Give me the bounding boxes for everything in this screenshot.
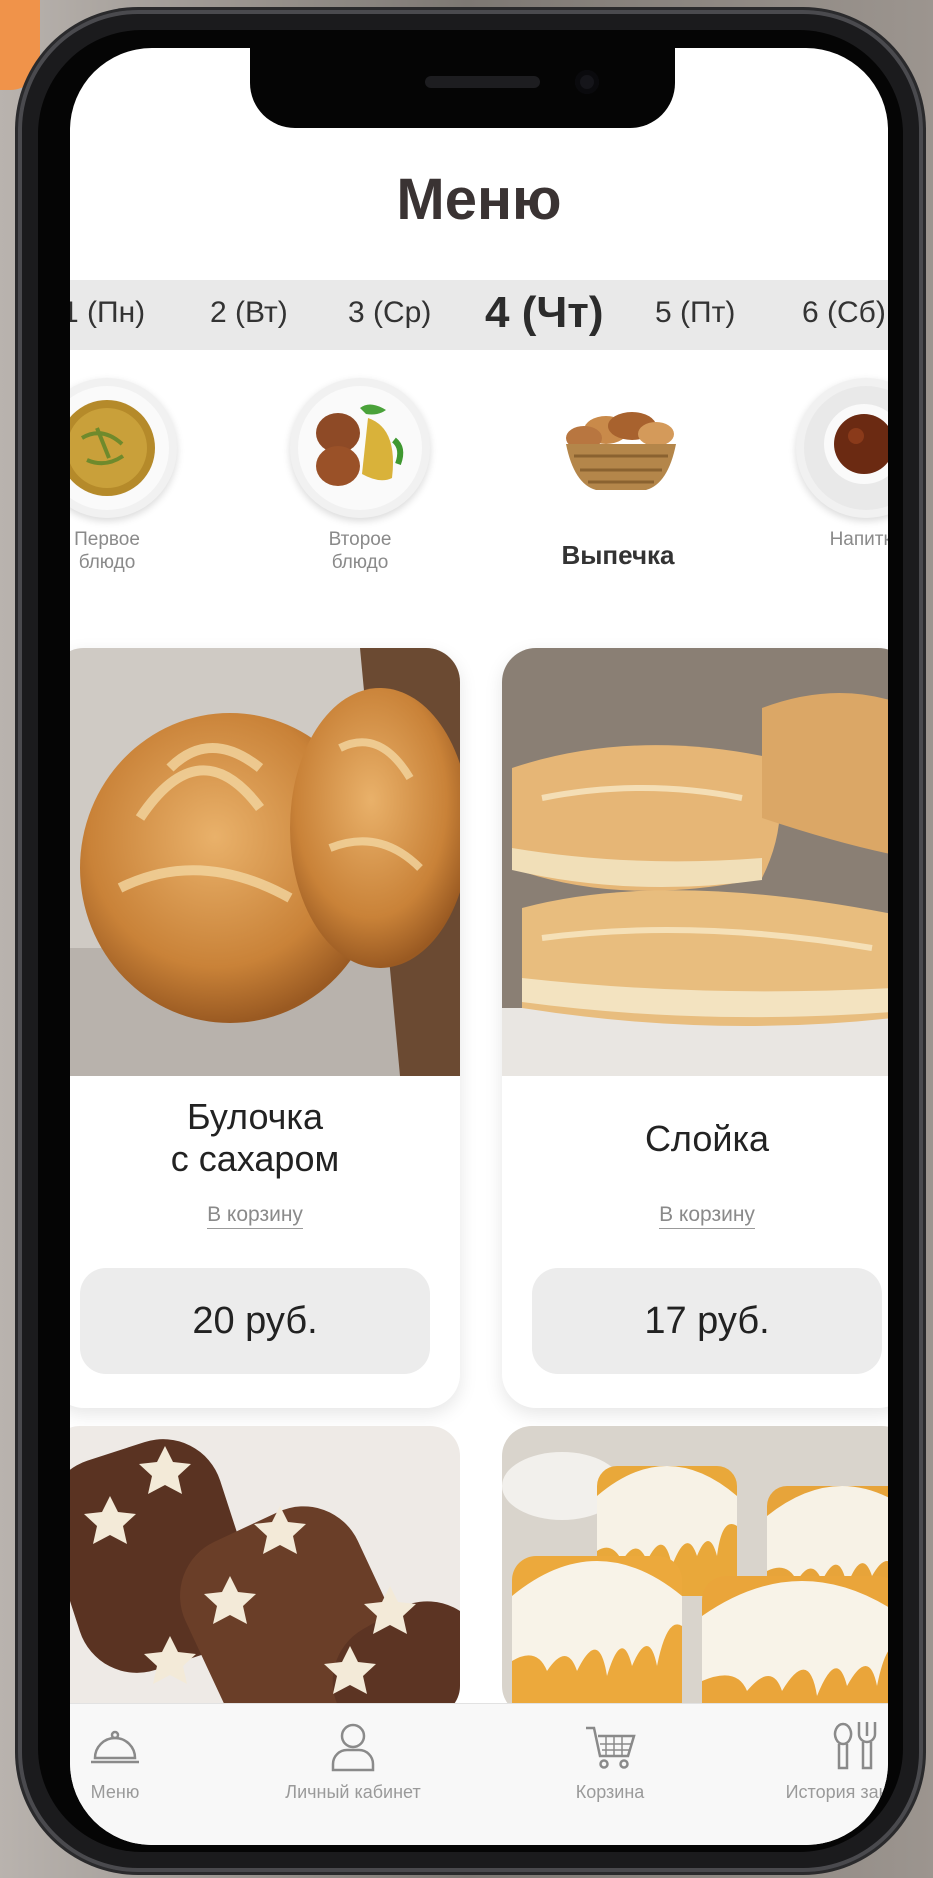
nav-profile[interactable]: Личный кабинет	[238, 1718, 468, 1803]
day-tab-3[interactable]: 3 (Ср)	[348, 296, 431, 330]
app-screen: Меню 1 (Пн) 2 (Вт) 3 (Ср) 4 (Чт) 5 (Пт) …	[70, 48, 888, 1845]
day-tab-6[interactable]: 6 (Сб)	[802, 296, 886, 330]
price-badge: 20 руб.	[80, 1268, 430, 1374]
price-badge: 17 руб.	[532, 1268, 882, 1374]
cutlery-icon	[833, 1722, 877, 1770]
product-card: Булочка с сахаром В корзину 20 руб.	[70, 648, 460, 1408]
day-tab-5[interactable]: 5 (Пт)	[655, 296, 735, 330]
bottom-navigation: Меню Личный кабинет Корзина История зак	[70, 1703, 888, 1845]
product-name: Булочка с сахаром	[170, 1096, 340, 1179]
cart-icon	[586, 1726, 636, 1769]
product-card: Слойка В корзину 17 руб.	[502, 648, 888, 1408]
nav-menu[interactable]: Меню	[70, 1718, 190, 1803]
cloche-icon	[91, 1730, 139, 1764]
product-photo-chocolate-rolls	[70, 1426, 460, 1716]
product-name: Слойка	[644, 1118, 770, 1159]
nav-cart[interactable]: Корзина	[530, 1718, 690, 1803]
add-to-cart-link[interactable]: В корзину	[70, 1203, 460, 1229]
nav-order-history[interactable]: История заказов	[750, 1718, 888, 1803]
category-list: Первое блюдо Второе блюдо Выпечка Напитк	[70, 378, 888, 578]
page-title: Меню	[396, 167, 562, 232]
speaker	[425, 76, 540, 88]
day-tab-2[interactable]: 2 (Вт)	[210, 296, 288, 330]
product-photo-bun	[70, 648, 460, 1076]
day-tab-4-active[interactable]: 4 (Чт)	[485, 288, 603, 338]
category-first-course[interactable]: Первое блюдо	[70, 378, 192, 574]
day-selector[interactable]: 1 (Пн) 2 (Вт) 3 (Ср) 4 (Чт) 5 (Пт) 6 (Сб…	[70, 280, 888, 350]
soup-icon	[70, 378, 177, 518]
front-camera	[575, 70, 599, 94]
day-tab-1[interactable]: 1 (Пн)	[70, 296, 145, 330]
product-photo-glazed-cakes	[502, 1426, 888, 1716]
tea-cup-icon	[796, 378, 888, 518]
category-pastry-active[interactable]: Выпечка	[528, 378, 708, 568]
category-second-course[interactable]: Второе блюдо	[280, 378, 440, 574]
user-icon	[331, 1723, 375, 1772]
pastry-basket-icon	[548, 378, 688, 518]
product-photo-puff-pastry	[502, 648, 888, 1076]
phone-notch	[250, 48, 675, 128]
category-drinks[interactable]: Напитки	[786, 378, 888, 551]
add-to-cart-link[interactable]: В корзину	[502, 1203, 888, 1229]
main-course-icon	[290, 378, 430, 518]
